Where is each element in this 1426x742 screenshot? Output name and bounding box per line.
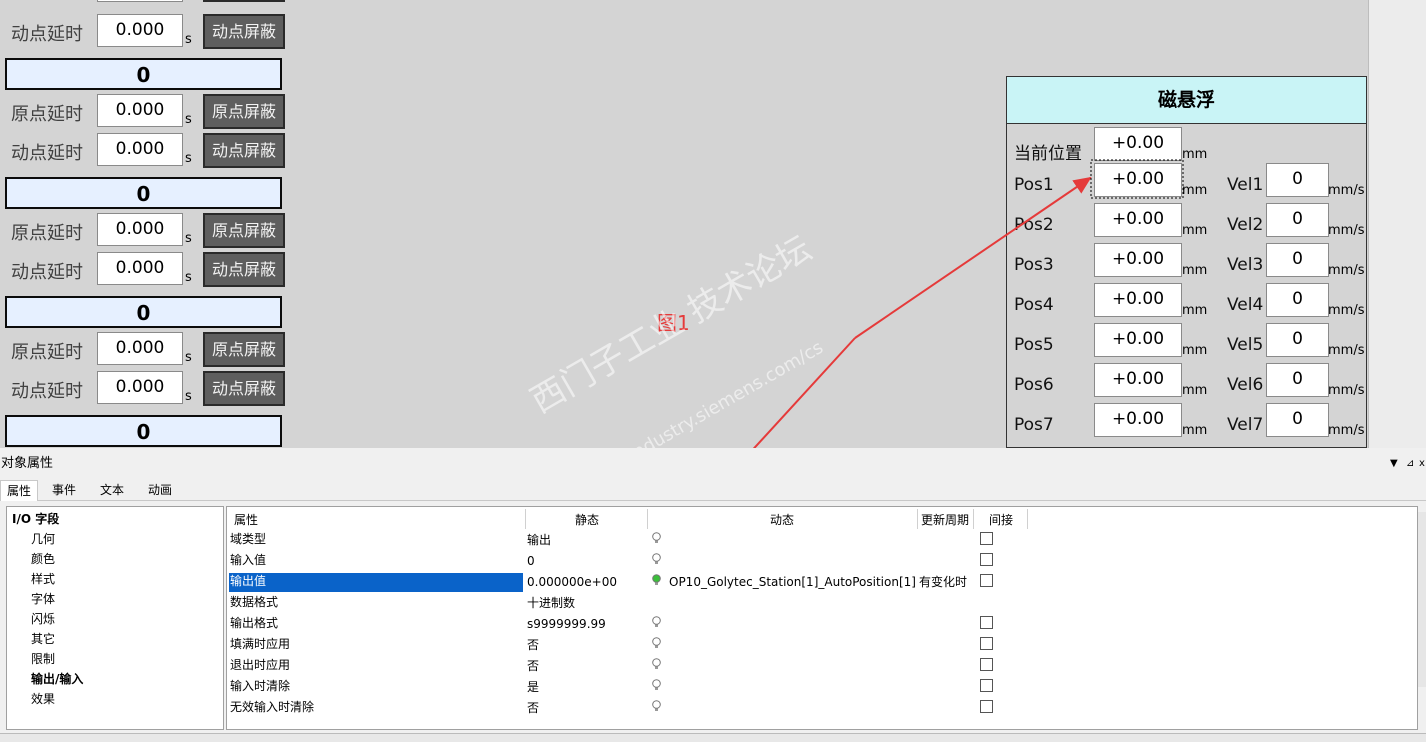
property-name: 无效输入时清除 xyxy=(230,700,315,714)
object-properties-window: 对象属性 ▼ ⊿ x 属性 事件 文本 动画 I/O 字段 几何颜色样式字体闪烁… xyxy=(0,448,1426,741)
bulb-icon[interactable] xyxy=(652,658,661,669)
property-static: 0 xyxy=(527,554,535,568)
grid-scrollbar[interactable] xyxy=(1418,512,1426,687)
property-tree: I/O 字段 几何颜色样式字体闪烁其它限制输出/输入效果 xyxy=(6,506,224,730)
tree-item[interactable]: 其它 xyxy=(31,630,55,647)
tree-item[interactable]: 闪烁 xyxy=(31,610,55,627)
chevron-down-icon[interactable]: ▼ xyxy=(1390,454,1398,474)
property-row[interactable]: 输入值 0 xyxy=(227,551,1417,572)
property-static: 否 xyxy=(527,638,540,652)
property-static: 输出 xyxy=(527,533,552,547)
close-icon[interactable]: x xyxy=(1419,454,1425,474)
property-row[interactable]: 填满时应用 否 xyxy=(227,635,1417,656)
bulb-icon[interactable] xyxy=(652,679,661,690)
property-static: 0.000000e+00 xyxy=(527,575,617,589)
property-static: s9999999.99 xyxy=(527,617,606,631)
property-grid: 属性 静态 动态 更新周期 间接 域类型 输出输入值 0 输出值 0.000000e+0… xyxy=(226,506,1418,730)
bulb-icon[interactable] xyxy=(652,532,661,543)
bulb-icon[interactable] xyxy=(652,700,661,711)
property-row[interactable]: 输入时清除 是 xyxy=(227,677,1417,698)
indirect-checkbox[interactable] xyxy=(980,679,993,692)
property-row[interactable]: 域类型 输出 xyxy=(227,530,1417,551)
col-header-indirect[interactable]: 间接 xyxy=(989,511,1013,529)
property-name: 填满时应用 xyxy=(230,637,291,651)
pin-icon[interactable]: ⊿ xyxy=(1406,454,1414,474)
tree-item[interactable]: 效果 xyxy=(31,690,55,707)
tab-animation[interactable]: 动画 xyxy=(142,480,178,500)
tab-text[interactable]: 文本 xyxy=(94,480,130,500)
property-name: 输出值 xyxy=(229,573,523,592)
tree-item[interactable]: 颜色 xyxy=(31,550,55,567)
properties-tabs: 属性 事件 文本 动画 xyxy=(0,476,1426,501)
tree-item[interactable]: 输出/输入 xyxy=(31,670,83,687)
tree-item[interactable]: 样式 xyxy=(31,570,55,587)
properties-title-bar: 对象属性 ▼ ⊿ x xyxy=(0,454,1426,474)
col-header-property[interactable]: 属性 xyxy=(234,511,258,529)
indirect-checkbox[interactable] xyxy=(980,553,993,566)
col-header-static[interactable]: 静态 xyxy=(575,511,599,529)
indirect-checkbox[interactable] xyxy=(980,637,993,650)
property-row[interactable]: 退出时应用 否 xyxy=(227,656,1417,677)
indirect-checkbox[interactable] xyxy=(980,532,993,545)
tree-root[interactable]: I/O 字段 xyxy=(12,510,59,527)
property-name: 数据格式 xyxy=(230,595,279,609)
property-dynamic: OP10_Golytec_Station[1]_AutoPosition[1] xyxy=(669,575,916,589)
indirect-checkbox[interactable] xyxy=(980,574,993,587)
property-name: 输入时清除 xyxy=(230,679,291,693)
bulb-icon[interactable] xyxy=(652,616,661,627)
property-static: 否 xyxy=(527,701,540,715)
property-name: 输入值 xyxy=(230,553,267,567)
property-row[interactable]: 输出值 0.000000e+00 OP10_Golytec_Station[1]_A… xyxy=(227,572,1417,593)
property-name: 退出时应用 xyxy=(230,658,291,672)
tab-events[interactable]: 事件 xyxy=(46,480,82,500)
tree-item[interactable]: 几何 xyxy=(31,530,55,547)
indirect-checkbox[interactable] xyxy=(980,658,993,671)
bulb-icon[interactable] xyxy=(652,553,661,564)
property-name: 输出格式 xyxy=(230,616,279,630)
property-row[interactable]: 无效输入时清除 否 xyxy=(227,698,1417,719)
property-name: 域类型 xyxy=(230,532,267,546)
tree-item[interactable]: 限制 xyxy=(31,650,55,667)
property-static: 十进制数 xyxy=(527,596,576,610)
indirect-checkbox[interactable] xyxy=(980,700,993,713)
property-cycle: 有变化时 xyxy=(919,575,968,589)
bulb-icon[interactable] xyxy=(652,637,661,648)
properties-title: 对象属性 xyxy=(1,456,54,471)
bulb-icon[interactable] xyxy=(652,574,661,585)
indirect-checkbox[interactable] xyxy=(980,616,993,629)
col-header-cycle[interactable]: 更新周期 xyxy=(921,511,969,529)
property-static: 否 xyxy=(527,659,540,673)
tree-item[interactable]: 字体 xyxy=(31,590,55,607)
tab-properties[interactable]: 属性 xyxy=(0,480,39,501)
property-row[interactable]: 输出格式 s9999999.99 xyxy=(227,614,1417,635)
col-header-dynamic[interactable]: 动态 xyxy=(770,511,794,529)
property-static: 是 xyxy=(527,680,540,694)
property-row[interactable]: 数据格式 十进制数 xyxy=(227,593,1417,614)
